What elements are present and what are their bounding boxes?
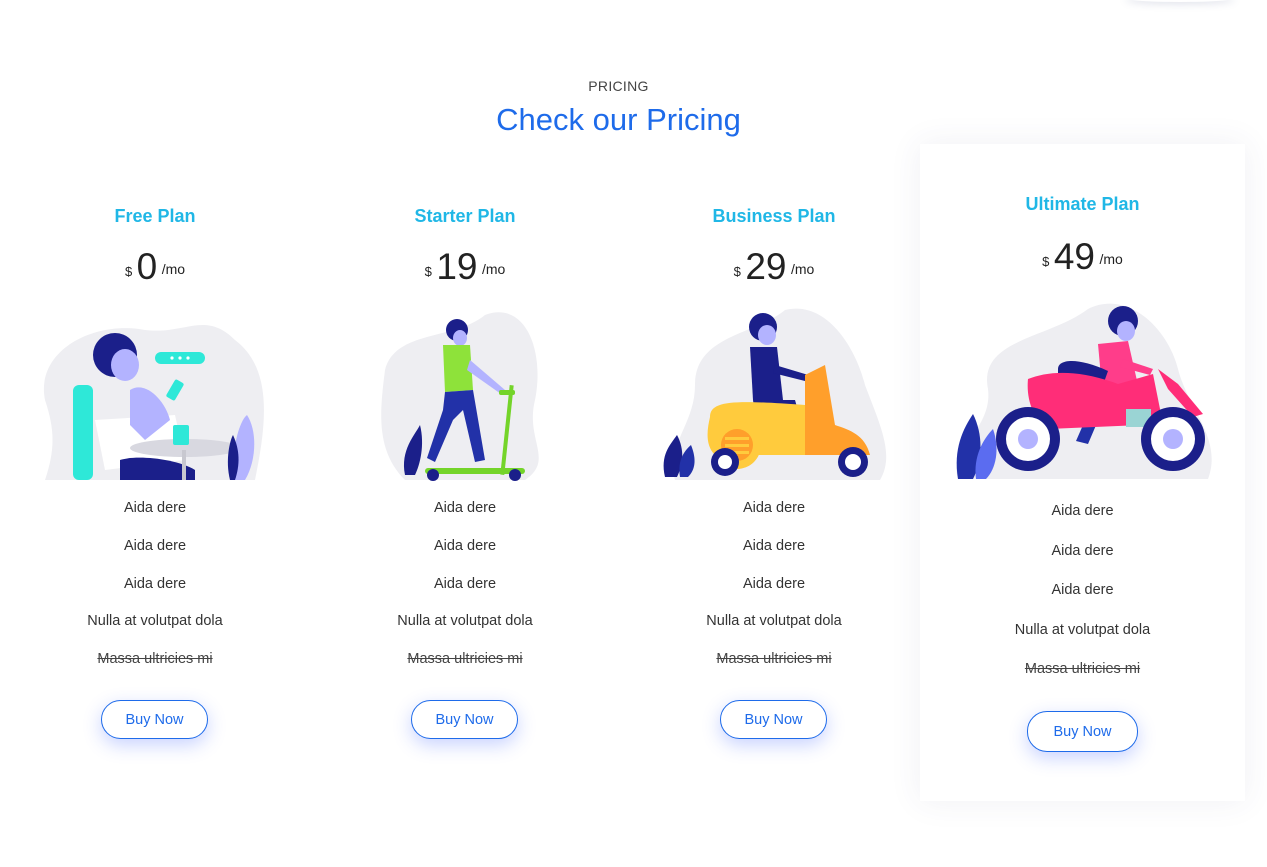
pricing-card-free: Free Plan $ 0 /mo Aida dere Aida dere Ai… <box>0 0 310 867</box>
price-currency: $ <box>1042 254 1050 269</box>
feature-item-unavailable: Massa ultricies mi <box>1024 661 1141 677</box>
person-on-motor-scooter-illustration <box>663 308 887 480</box>
feature-item: Aida dere <box>123 538 187 554</box>
plan-name: Free Plan <box>114 206 196 226</box>
feature-item: Aida dere <box>742 576 806 592</box>
feature-item: Aida dere <box>433 576 497 592</box>
buy-now-button[interactable]: Buy Now <box>411 700 518 739</box>
price-amount: 0 <box>136 246 158 287</box>
feature-item: Aida dere <box>742 538 806 554</box>
header-shadow-edge <box>1125 0 1235 2</box>
price-currency: $ <box>733 264 741 279</box>
buy-now-button[interactable]: Buy Now <box>720 700 827 739</box>
price-currency: $ <box>424 264 432 279</box>
feature-list: Aida dere Aida dere Aida dere Nulla at v… <box>920 503 1245 677</box>
feature-item-unavailable: Massa ultricies mi <box>97 651 213 667</box>
price-period: /mo <box>1099 251 1123 267</box>
price-amount: 49 <box>1053 236 1096 277</box>
plan-name: Starter Plan <box>414 206 516 226</box>
person-on-motorcycle-illustration <box>956 303 1212 479</box>
plan-price: $ 0 /mo <box>0 246 310 288</box>
plan-name: Business Plan <box>712 206 836 226</box>
feature-item: Aida dere <box>1051 503 1114 519</box>
pricing-card-business: Business Plan $ 29 /mo Aida dere Aida de… <box>620 0 928 867</box>
feature-item: Aida dere <box>433 500 497 516</box>
feature-item: Aida dere <box>123 500 187 516</box>
feature-item: Aida dere <box>123 576 187 592</box>
feature-item: Nulla at volutpat dola <box>1014 622 1151 638</box>
buy-now-button[interactable]: Buy Now <box>101 700 208 739</box>
person-at-cafe-table-with-phone-illustration <box>43 324 264 480</box>
buy-now-button[interactable]: Buy Now <box>1027 711 1138 752</box>
price-period: /mo <box>790 261 815 277</box>
plan-name: Ultimate Plan <box>1025 194 1140 214</box>
price-period: /mo <box>161 261 186 277</box>
price-period: /mo <box>481 261 506 277</box>
feature-item-unavailable: Massa ultricies mi <box>716 651 832 667</box>
plan-price: $ 19 /mo <box>310 246 620 288</box>
pricing-card-ultimate: Ultimate Plan $ 49 /mo Aida dere Aida de… <box>920 144 1245 801</box>
feature-list: Aida dere Aida dere Aida dere Nulla at v… <box>620 500 928 667</box>
feature-item: Aida dere <box>1051 582 1114 598</box>
feature-item: Nulla at volutpat dola <box>706 613 842 629</box>
feature-item: Aida dere <box>433 538 497 554</box>
feature-item: Nulla at volutpat dola <box>397 613 533 629</box>
feature-list: Aida dere Aida dere Aida dere Nulla at v… <box>0 500 310 667</box>
price-amount: 29 <box>745 246 787 287</box>
person-on-kick-scooter-illustration <box>381 312 539 481</box>
price-currency: $ <box>124 264 133 279</box>
feature-list: Aida dere Aida dere Aida dere Nulla at v… <box>310 500 620 667</box>
price-amount: 19 <box>436 246 478 287</box>
feature-item: Nulla at volutpat dola <box>87 613 223 629</box>
feature-item: Aida dere <box>742 500 806 516</box>
feature-item-unavailable: Massa ultricies mi <box>407 651 523 667</box>
pricing-card-starter: Starter Plan $ 19 /mo Aida dere Aida der… <box>310 0 620 867</box>
plan-price: $ 49 /mo <box>920 236 1245 278</box>
plan-price: $ 29 /mo <box>620 246 928 288</box>
feature-item: Aida dere <box>1051 543 1114 559</box>
